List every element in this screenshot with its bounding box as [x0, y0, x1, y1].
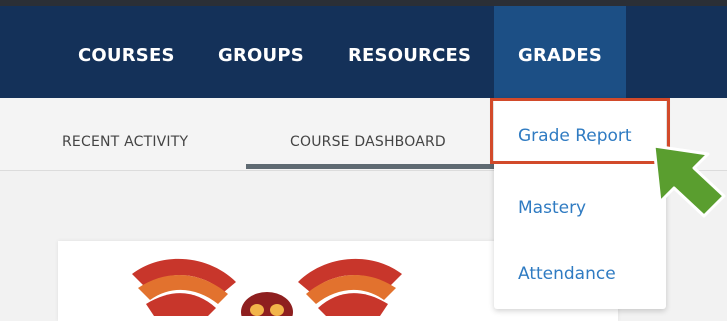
highlight-box: [490, 98, 670, 164]
owl-left-wing: [132, 258, 236, 316]
green-arrow-icon: [652, 144, 726, 218]
top-navigation-bar: COURSES GROUPS RESOURCES GRADES: [0, 6, 727, 98]
nav-grades[interactable]: GRADES: [494, 6, 626, 98]
nav-resources[interactable]: RESOURCES: [348, 6, 471, 98]
tab-recent-activity[interactable]: RECENT ACTIVITY: [62, 134, 188, 150]
active-tab-underline: [246, 164, 496, 169]
owl-right-wing: [298, 258, 402, 316]
nav-groups[interactable]: GROUPS: [218, 6, 304, 98]
owl-logo-icon: [132, 258, 402, 316]
tab-course-dashboard[interactable]: COURSE DASHBOARD: [290, 134, 446, 150]
menu-item-attendance[interactable]: Attendance: [518, 264, 690, 284]
nav-courses[interactable]: COURSES: [78, 6, 175, 98]
owl-head: [241, 292, 293, 316]
